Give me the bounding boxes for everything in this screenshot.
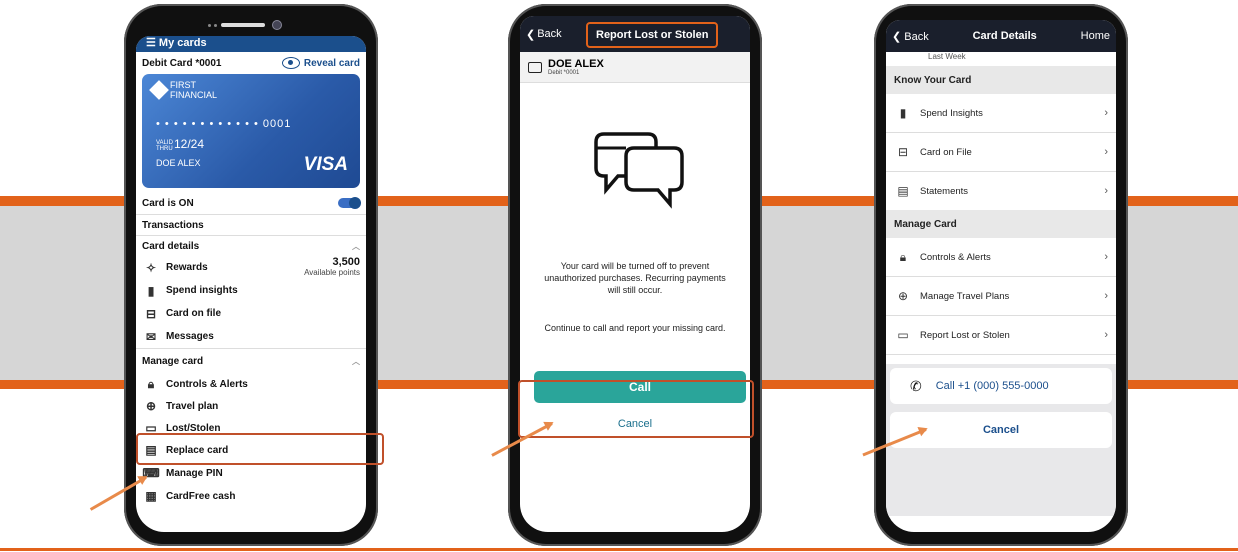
rewards-item[interactable]: ✧ Rewards 3,500 Available points <box>136 256 366 279</box>
chevron-right-icon: › <box>1104 329 1108 341</box>
controls-alerts-item[interactable]: 🔒︎ Controls & Alerts <box>136 373 366 395</box>
rewards-icon: ✧ <box>145 260 157 275</box>
chevron-up-icon: ︿ <box>352 241 360 251</box>
user-card-row: DOE ALEX Debit *0001 <box>520 52 750 83</box>
highlight-lost-stolen <box>136 433 384 465</box>
points-value: 3,500 <box>332 256 360 268</box>
back-button[interactable]: ❮ Back <box>892 30 929 43</box>
envelope-icon: ✉ <box>145 329 157 344</box>
card-holder: DOE ALEX <box>156 158 201 168</box>
chevron-right-icon: › <box>1104 185 1108 197</box>
chevron-right-icon: › <box>1104 290 1108 302</box>
chevron-right-icon: › <box>1104 107 1108 119</box>
phone-speaker <box>221 23 265 27</box>
cards-icon: ▭ <box>897 328 909 342</box>
home-button[interactable]: Home <box>1081 30 1110 42</box>
lock-icon: 🔒︎ <box>147 376 155 391</box>
back-button[interactable]: ❮ Back <box>520 28 562 41</box>
chat-bubbles-icon <box>594 132 684 209</box>
card-number: • • • • • • • • • • • • 0001 <box>156 118 292 130</box>
phone-icon: ✆ <box>910 377 922 394</box>
bar-chart-icon: ▮ <box>147 283 155 298</box>
statement-icon: ▤ <box>897 184 909 198</box>
know-your-card-header: Know Your Card <box>886 66 1116 94</box>
phone-card-details: ❮ Back Card Details Home Last Week Know … <box>874 4 1128 546</box>
visa-logo: VISA <box>303 154 348 175</box>
report-lost-stolen-item[interactable]: ▭ Report Lost or Stolen › <box>886 316 1116 355</box>
screen-report-lost: ❮ Back Report Lost or Stolen DOE ALEX Debi… <box>520 16 750 532</box>
reveal-card-button[interactable]: Reveal card <box>281 57 360 69</box>
luggage-icon: ⊕ <box>897 289 909 303</box>
spend-insights-item[interactable]: ▮ Spend Insights › <box>886 94 1116 133</box>
phone-report-lost: ❮ Back Report Lost or Stolen DOE ALEX Debi… <box>508 4 762 546</box>
instruction-message: Continue to call and report your missing… <box>544 323 726 333</box>
page-title: Card Details <box>972 30 1037 42</box>
cardfree-cash-item[interactable]: ▦ CardFree cash <box>136 485 366 507</box>
transactions-link[interactable]: Transactions <box>136 215 366 236</box>
statements-item[interactable]: ▤ Statements › <box>886 172 1116 210</box>
eye-icon <box>281 57 300 69</box>
debit-card-image[interactable]: FIRST FINANCIAL • • • • • • • • • • • • 0… <box>142 74 360 188</box>
card-expiry: 12/24 <box>174 137 205 151</box>
last-week-label: Last Week <box>928 52 966 61</box>
chevron-left-icon: ❮ <box>892 30 902 43</box>
spend-insights-item[interactable]: ▮ Spend insights <box>136 279 366 302</box>
cash-icon: ▦ <box>145 489 157 503</box>
manage-card-header: Manage Card <box>886 210 1116 238</box>
controls-alerts-item[interactable]: 🔒︎ Controls & Alerts › <box>886 238 1116 277</box>
luggage-icon: ⊕ <box>145 399 157 413</box>
call-number-button[interactable]: ✆ Call +1 (000) 555-0000 <box>890 368 1112 404</box>
chevron-right-icon: › <box>1104 251 1108 263</box>
phone-camera <box>272 20 282 30</box>
screen-card-details: ❮ Back Card Details Home Last Week Know … <box>886 20 1116 532</box>
action-sheet: ✆ Call +1 (000) 555-0000 Cancel <box>886 364 1116 516</box>
page-title: Report Lost or Stolen <box>586 22 719 48</box>
card-status-row: Card is ON <box>136 192 366 215</box>
cart-icon: ⊟ <box>145 306 157 321</box>
card-details-header[interactable]: Card details ︿ <box>136 236 366 256</box>
bar-chart-icon: ▮ <box>899 106 907 120</box>
chevron-up-icon: ︿ <box>352 356 360 366</box>
warning-message: Your card will be turned off to prevent … <box>544 261 726 295</box>
manage-card-header[interactable]: Manage card ︿ <box>136 349 366 373</box>
chevron-left-icon: ❮ <box>526 28 536 41</box>
lock-icon: 🔒︎ <box>899 249 907 264</box>
bank-logo-icon <box>149 80 169 100</box>
card-on-file-item[interactable]: ⊟ Card on File › <box>886 133 1116 172</box>
user-card: Debit *0001 <box>548 69 580 76</box>
messages-item[interactable]: ✉ Messages <box>136 325 366 349</box>
card-icon <box>528 61 542 73</box>
highlight-call <box>518 380 754 438</box>
points-label: Available points <box>304 268 360 277</box>
valid-thru-label: VALID THRU <box>156 140 173 152</box>
travel-plan-item[interactable]: ⊕ Travel plan <box>136 395 366 417</box>
page-title: ☰ My cards <box>136 36 366 52</box>
card-on-file-item[interactable]: ⊟ Card on file <box>136 302 366 325</box>
chevron-right-icon: › <box>1104 146 1108 158</box>
user-name: DOE ALEX <box>548 57 604 70</box>
cart-icon: ⊟ <box>897 145 909 159</box>
card-on-toggle[interactable] <box>338 197 361 209</box>
card-label: Debit Card *0001 <box>142 57 222 69</box>
manage-travel-plans-item[interactable]: ⊕ Manage Travel Plans › <box>886 277 1116 316</box>
orange-bottom-line <box>0 548 1238 551</box>
